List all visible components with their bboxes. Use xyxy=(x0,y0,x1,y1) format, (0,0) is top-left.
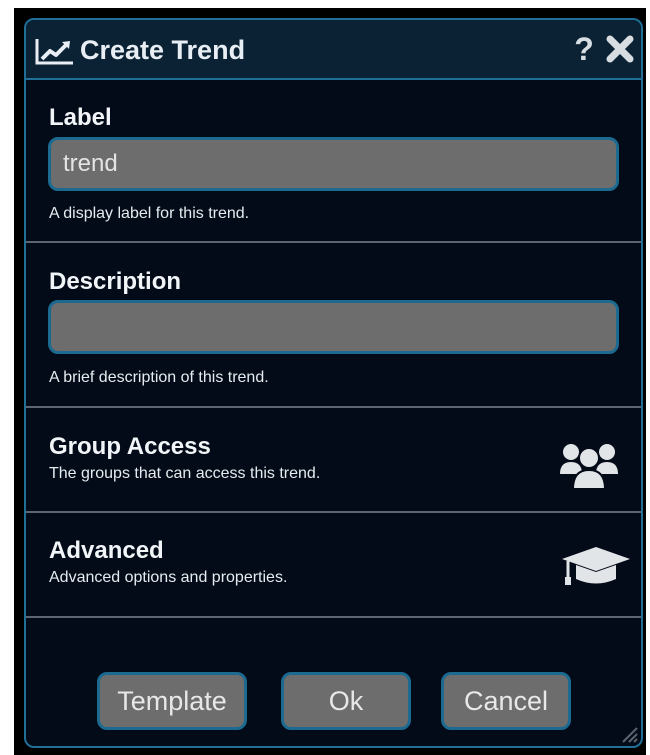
label-field-title: Label xyxy=(49,104,112,131)
group-access-row[interactable]: Group Access The groups that can access … xyxy=(26,408,641,513)
template-button[interactable]: Template xyxy=(97,672,247,730)
group-access-title: Group Access xyxy=(49,433,211,460)
users-icon xyxy=(560,444,618,490)
description-input[interactable] xyxy=(48,300,619,354)
graduation-cap-icon xyxy=(562,547,630,585)
description-section: Description A brief description of this … xyxy=(26,243,641,408)
screen: Create Trend ? Label A display label for… xyxy=(0,0,650,755)
trend-chart-icon xyxy=(35,39,73,65)
dialog-title-bar[interactable]: Create Trend ? xyxy=(26,20,641,80)
help-icon[interactable]: ? xyxy=(571,32,597,66)
dialog-title: Create Trend xyxy=(80,35,246,65)
resize-grip-icon[interactable] xyxy=(619,724,639,744)
description-hint: A brief description of this trend. xyxy=(49,369,269,386)
ok-button[interactable]: Ok xyxy=(281,672,411,730)
advanced-title: Advanced xyxy=(49,537,164,564)
group-access-subtitle: The groups that can access this trend. xyxy=(49,465,321,482)
advanced-row[interactable]: Advanced Advanced options and properties… xyxy=(26,513,641,618)
cancel-button[interactable]: Cancel xyxy=(441,672,571,730)
label-hint: A display label for this trend. xyxy=(49,205,250,222)
close-icon[interactable] xyxy=(604,34,636,64)
label-section: Label A display label for this trend. xyxy=(26,80,641,243)
label-input[interactable] xyxy=(48,137,619,191)
description-field-title: Description xyxy=(49,268,182,295)
create-trend-dialog: Create Trend ? Label A display label for… xyxy=(24,18,643,748)
advanced-subtitle: Advanced options and properties. xyxy=(49,569,288,586)
